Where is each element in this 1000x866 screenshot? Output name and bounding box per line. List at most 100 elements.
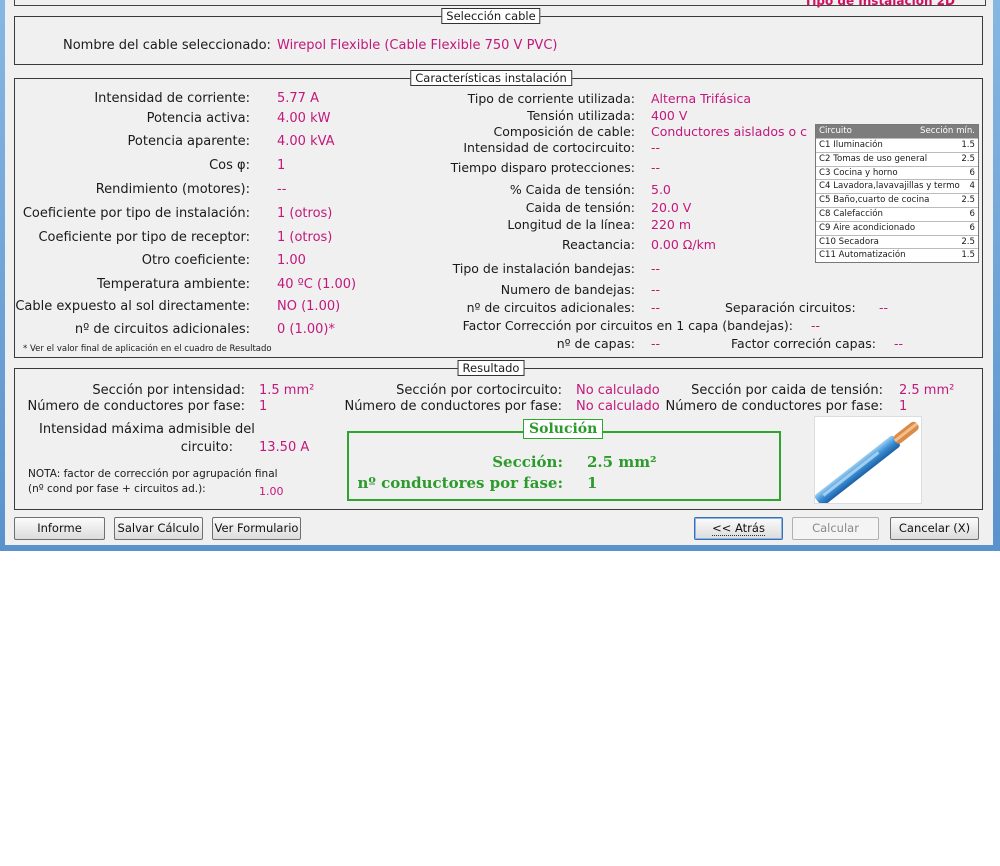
cable-image [814,416,922,504]
table-row: C2 Tomas de uso general 2.5 [816,151,978,166]
seccion-minima-table: Circuito Sección mín. C1 Iluminación 1.5 … [815,124,979,264]
imax-label-line1: Intensidad máxima admisible del [39,422,255,437]
dialog-window-frame: Tipo de Instalación 2D Selección cable N… [0,0,1000,551]
table-header-seccion: Sección mín. [920,126,975,136]
sec-cortocircuito-label: Sección por cortocircuito: [396,383,562,398]
potencia-aparente-value: 4.00 kVA [277,134,335,149]
intensidad-label: Intensidad de corriente: [94,91,250,106]
atras-button-label: << Atrás [712,521,765,536]
potencia-activa-label: Potencia activa: [146,111,250,126]
circ-adic-bandejas-value: -- [651,300,661,315]
cos-phi-value: 1 [277,158,286,173]
table-cell: 6 [969,208,975,219]
sol-directo-value: NO (1.00) [277,299,341,314]
composicion-label: Composición de cable: [493,124,635,139]
solucion-title: Solución [523,419,604,439]
solucion-box: Solución Sección: 2.5 mm² nº conductores… [347,419,781,501]
table-cell: 1.5 [961,140,975,150]
cable-icon [815,421,919,503]
temperatura-label: Temperatura ambiente: [97,277,250,292]
factor-capas-label: Factor correción capas: [731,336,876,351]
atras-button[interactable]: << Atrás [694,517,783,540]
caida-tension-value: 20.0 V [651,200,692,215]
cos-phi-label: Cos φ: [209,158,250,173]
separacion-label: Separación circuitos: [725,300,856,315]
temperatura-value: 40 ºC (1.00) [277,277,357,292]
table-row: C1 Iluminación 1.5 [816,138,978,152]
cortocircuito-value: -- [651,140,661,155]
cable-name-label: Nombre del cable seleccionado: [63,38,271,53]
cancelar-button[interactable]: Cancelar (X) [890,517,979,540]
imax-label-line2: circuito: [180,440,233,455]
table-cell: 4 [969,181,975,192]
solucion-conductores-label: nº conductores por fase: [357,474,563,492]
rendimiento-label: Rendimiento (motores): [95,182,250,197]
table-cell: C5 Baño,cuarto de cocina [819,195,930,206]
coef-receptor-label: Coeficiente por tipo de receptor: [38,230,250,245]
table-row: C9 Aire acondicionado 6 [816,220,978,235]
nota-line2: (nº cond por fase + circuitos ad.): [28,483,206,495]
tension-value: 400 V [651,108,688,123]
imax-value: 13.50 A [259,440,310,455]
sec-intensidad-value: 1.5 mm² [259,383,315,398]
circ-adic-bandejas-label: nº de circuitos adicionales: [466,300,635,315]
cond-fase-cortocircuito-label: Número de conductores por fase: [344,399,562,414]
longitud-label: Longitud de la línea: [507,217,635,232]
sec-cortocircuito-value: No calculado [576,383,660,398]
reactancia-label: Reactancia: [561,237,635,252]
cond-fase-intensidad-label: Número de conductores por fase: [27,399,245,414]
group-title: Resultado [457,360,525,376]
coef-receptor-value: 1 (otros) [277,230,333,245]
cortocircuito-label: Intensidad de cortocircuito: [463,140,635,155]
table-cell: 2.5 [961,236,975,247]
calcular-button[interactable]: Calcular [792,517,879,540]
num-capas-value: -- [651,336,661,351]
table-cell: C2 Tomas de uso general [819,153,928,164]
table-row: C8 Calefacción 6 [816,206,978,221]
coef-instalacion-value: 1 (otros) [277,206,333,221]
nota-value: 1.00 [259,485,284,498]
table-cell: C9 Aire acondicionado [819,222,916,233]
table-cell: 2.5 [961,153,975,164]
table-header: Circuito Sección mín. [816,125,978,138]
table-cell: C10 Secadora [819,236,879,247]
otro-coef-label: Otro coeficiente: [141,253,250,268]
table-row: C10 Secadora 2.5 [816,234,978,249]
factor-capa-value: -- [811,318,821,333]
table-row: C5 Baño,cuarto de cocina 2.5 [816,193,978,207]
num-bandejas-label: Numero de bandejas: [500,282,635,297]
group-title: Características instalación [410,70,572,86]
table-cell: C3 Cocina y horno [819,167,898,178]
tipo-bandejas-value: -- [651,261,661,276]
dialog-client-area: Tipo de Instalación 2D Selección cable N… [5,0,993,545]
cond-fase-intensidad-value: 1 [259,399,268,414]
cond-fase-cortocircuito-value: No calculado [576,399,660,414]
informe-button[interactable]: Informe [14,517,105,540]
table-cell: C4 Lavadora,lavavajillas y termo [819,181,960,192]
cond-fase-caida-value: 1 [899,399,908,414]
footnote: * Ver el valor final de aplicación en el… [23,344,272,354]
tension-label: Tensión utilizada: [527,108,635,123]
separacion-value: -- [879,300,889,315]
circ-adicionales-value: 0 (1.00)* [277,322,335,337]
num-capas-label: nº de capas: [556,336,635,351]
table-cell: C1 Iluminación [819,140,883,150]
tipo-corriente-label: Tipo de corriente utilizada: [467,91,635,106]
cable-name-value: Wirepol Flexible (Cable Flexible 750 V P… [277,38,558,53]
caida-tension-label: Caida de tensión: [525,200,635,215]
cond-fase-caida-label: Número de conductores por fase: [665,399,883,414]
intensidad-value: 5.77 A [277,91,319,106]
sec-caida-label: Sección por caida de tensión: [691,383,883,398]
ver-formulario-button[interactable]: Ver Formulario [212,517,301,540]
nota-line1: NOTA: factor de corrección por agrupació… [28,468,278,480]
tiempo-disparo-label: Tiempo disparo protecciones: [450,160,635,175]
table-row: C11 Automatización 1.5 [816,248,978,262]
salvar-calculo-button[interactable]: Salvar Cálculo [114,517,203,540]
table-cell: 6 [969,222,975,233]
potencia-activa-value: 4.00 kW [277,111,331,126]
table-cell: C11 Automatización [819,250,906,261]
solucion-seccion-value: 2.5 mm² [587,453,657,471]
tipo-corriente-value: Alterna Trifásica [651,91,752,106]
factor-capa-label: Factor Corrección por circuitos en 1 cap… [462,318,793,333]
potencia-aparente-label: Potencia aparente: [127,134,250,149]
